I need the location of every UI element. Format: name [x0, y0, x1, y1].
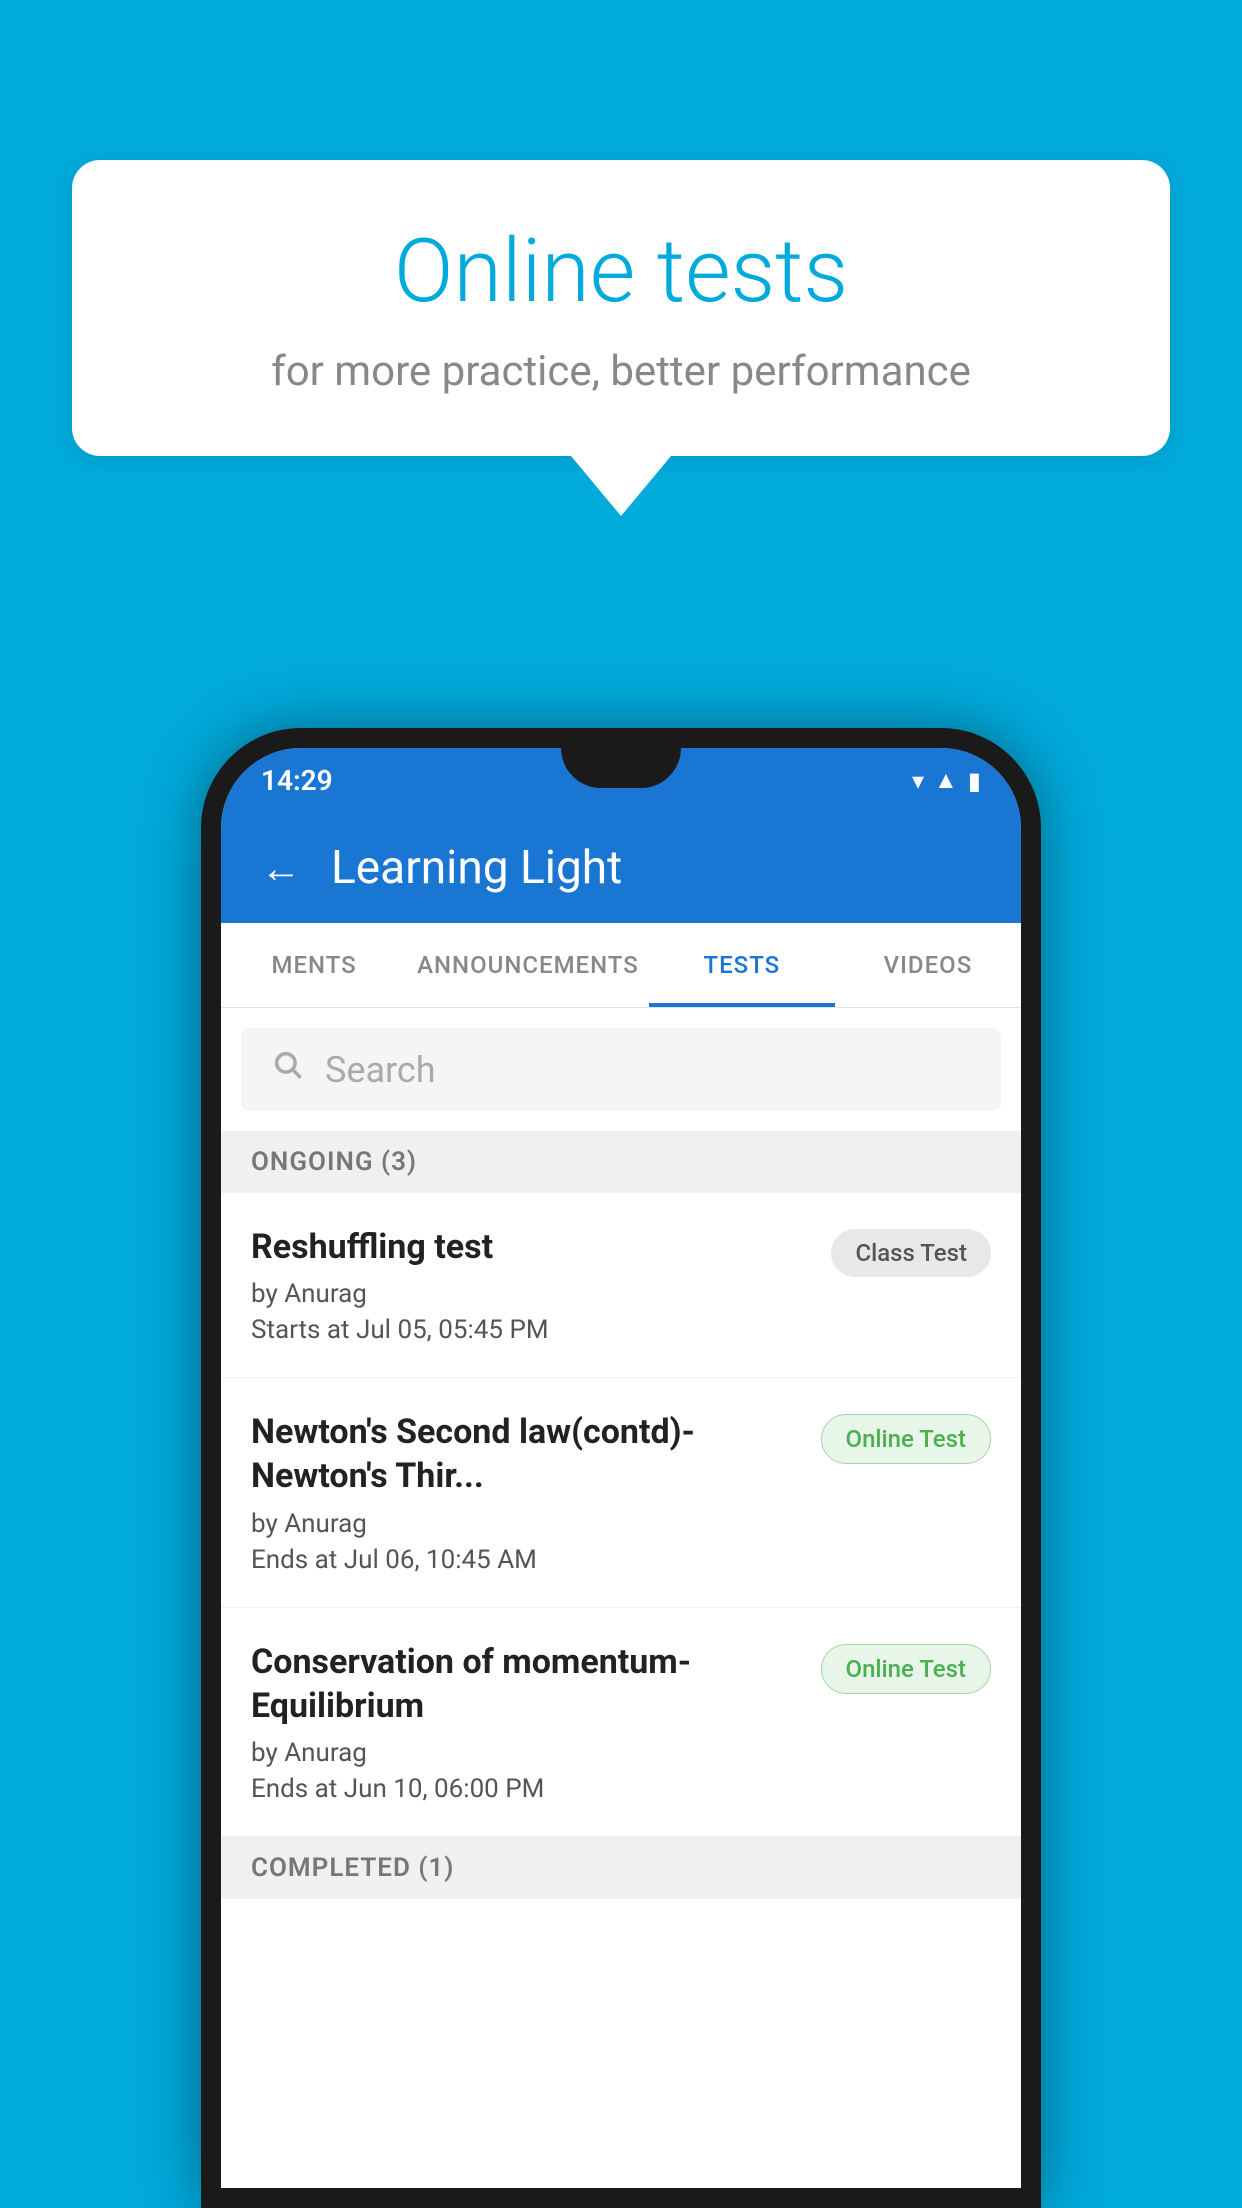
test-author: by Anurag — [251, 1279, 811, 1309]
tab-announcements[interactable]: ANNOUNCEMENTS — [407, 923, 649, 1007]
test-time: Ends at Jun 10, 06:00 PM — [251, 1774, 801, 1804]
wifi-icon: ▾ — [912, 767, 924, 795]
test-name: Newton's Second law(contd)-Newton's Thir… — [251, 1410, 801, 1498]
test-author: by Anurag — [251, 1509, 801, 1539]
test-badge: Class Test — [831, 1229, 991, 1277]
signal-icon: ▲ — [934, 766, 958, 795]
status-time: 14:29 — [261, 764, 333, 797]
test-list: Reshuffling test by Anurag Starts at Jul… — [221, 1193, 1021, 2188]
test-item[interactable]: Reshuffling test by Anurag Starts at Jul… — [221, 1193, 1021, 1378]
test-author: by Anurag — [251, 1738, 801, 1768]
test-item[interactable]: Conservation of momentum-Equilibrium by … — [221, 1608, 1021, 1837]
test-info: Newton's Second law(contd)-Newton's Thir… — [251, 1410, 801, 1574]
status-icons: ▾ ▲ ▮ — [912, 766, 981, 795]
test-badge: Online Test — [821, 1414, 991, 1464]
tab-tests[interactable]: TESTS — [649, 923, 835, 1007]
promo-section: Online tests for more practice, better p… — [72, 160, 1170, 516]
test-badge: Online Test — [821, 1644, 991, 1694]
ongoing-header: ONGOING (3) — [221, 1131, 1021, 1193]
test-time: Ends at Jul 06, 10:45 AM — [251, 1545, 801, 1575]
test-item[interactable]: Newton's Second law(contd)-Newton's Thir… — [221, 1378, 1021, 1607]
bubble-title: Online tests — [152, 220, 1090, 323]
phone-screen: 14:29 ▾ ▲ ▮ ← Learning Light MENTS ANNOU… — [221, 748, 1021, 2188]
app-bar: ← Learning Light — [221, 813, 1021, 923]
test-name: Reshuffling test — [251, 1225, 811, 1269]
back-button[interactable]: ← — [261, 845, 301, 892]
search-icon — [271, 1048, 305, 1091]
completed-header: COMPLETED (1) — [221, 1837, 1021, 1899]
app-title: Learning Light — [331, 841, 622, 895]
tab-videos[interactable]: VIDEOS — [835, 923, 1021, 1007]
bubble-arrow — [571, 456, 671, 516]
speech-bubble: Online tests for more practice, better p… — [72, 160, 1170, 456]
search-placeholder-text: Search — [325, 1049, 436, 1091]
tabs-container: MENTS ANNOUNCEMENTS TESTS VIDEOS — [221, 923, 1021, 1008]
bubble-subtitle: for more practice, better performance — [152, 347, 1090, 396]
search-bar[interactable]: Search — [241, 1028, 1001, 1111]
test-time: Starts at Jul 05, 05:45 PM — [251, 1315, 811, 1345]
test-name: Conservation of momentum-Equilibrium — [251, 1640, 801, 1728]
phone-frame: 14:29 ▾ ▲ ▮ ← Learning Light MENTS ANNOU… — [201, 728, 1041, 2208]
tab-ments[interactable]: MENTS — [221, 923, 407, 1007]
test-info: Reshuffling test by Anurag Starts at Jul… — [251, 1225, 811, 1345]
battery-icon: ▮ — [968, 767, 981, 795]
test-info: Conservation of momentum-Equilibrium by … — [251, 1640, 801, 1804]
